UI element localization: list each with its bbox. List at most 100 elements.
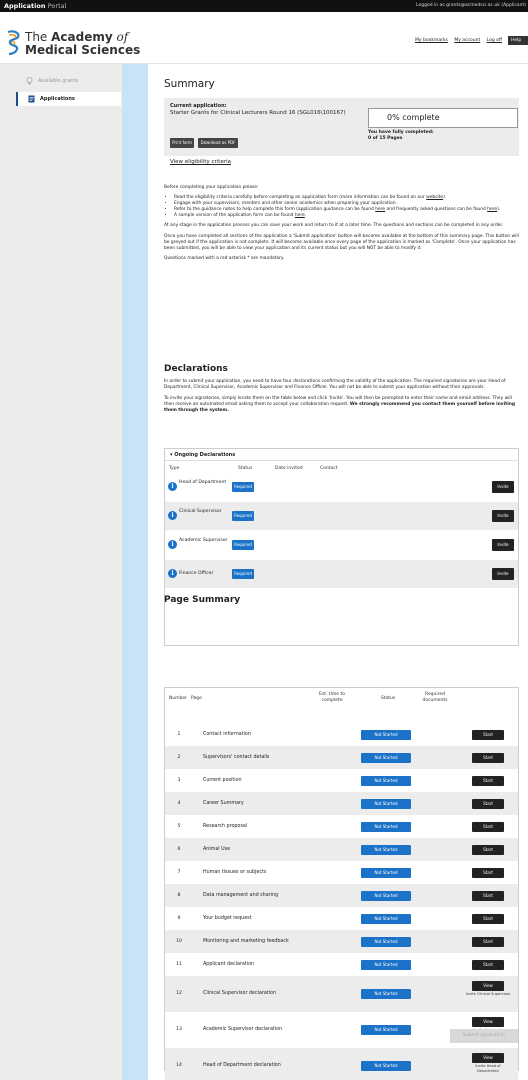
bullet-text: . — [304, 213, 307, 219]
website-link[interactable]: website — [426, 195, 443, 200]
page-name: Monitoring and marketing feedback — [203, 939, 289, 944]
view-button[interactable]: View — [472, 1017, 504, 1027]
view-button[interactable]: View — [472, 1053, 504, 1063]
top-bar: Application Portal Logged in as grants@a… — [0, 0, 528, 12]
status-badge: Not Started — [361, 822, 411, 832]
page-number: 1 — [177, 732, 181, 737]
logo-text-line2: Medical Sciences — [25, 43, 141, 57]
page-number: 7 — [177, 870, 181, 875]
page-number: 10 — [176, 939, 182, 944]
panel-title: Ongoing Declarations — [174, 452, 236, 458]
col-contact: Contact — [320, 466, 338, 471]
col-status: Status — [238, 466, 253, 471]
declaration-row: i Academic Supervisor Required Invite — [165, 531, 518, 559]
guidance-link[interactable]: here — [375, 207, 385, 212]
completed-count: 0 of 15 Pages — [368, 136, 403, 141]
status-badge: Required — [232, 540, 254, 550]
info-icon[interactable]: i — [168, 540, 177, 549]
declarations-paragraph: In order to submit your application, you… — [164, 379, 506, 391]
page-number: 12 — [176, 991, 182, 996]
invite-signatory-link[interactable]: Invite Head of Department — [465, 1064, 511, 1073]
status-badge: Required — [232, 482, 254, 492]
start-button[interactable]: Start — [472, 730, 504, 740]
page-number: 14 — [176, 1063, 182, 1068]
intro-text: Before completing your application pleas… — [164, 185, 519, 266]
page-name: Contact information — [203, 732, 251, 737]
current-application-box: Current application: Starter Grants for … — [164, 98, 519, 156]
status-badge: Not Started — [361, 799, 411, 809]
portal-brand[interactable]: Application Portal — [4, 2, 66, 10]
page-summary-panel: Number Page Est. time to complete Status… — [164, 687, 519, 1080]
declaration-type: Academic Supervisor — [179, 538, 228, 543]
start-button[interactable]: Start — [472, 799, 504, 809]
declarations-panel-header[interactable]: ▾ Ongoing Declarations — [165, 449, 518, 461]
status-badge: Not Started — [361, 730, 411, 740]
declaration-row: i Head of Department Required Invite — [165, 473, 518, 501]
status-badge: Required — [232, 569, 254, 579]
application-name: Starter Grants for Clinical Lecturers Ro… — [170, 110, 346, 116]
page-name: Animal Use — [203, 847, 231, 852]
sample-form-link[interactable]: here — [295, 213, 305, 218]
declarations-heading: Declarations — [164, 364, 228, 374]
info-icon[interactable]: i — [168, 482, 177, 491]
faq-link[interactable]: here — [487, 207, 497, 212]
info-icon[interactable]: i — [168, 569, 177, 578]
log-off-link[interactable]: Log off — [487, 38, 502, 43]
intro-paragraph: Once you have completed all sections of … — [164, 233, 519, 251]
help-button[interactable]: Help — [508, 36, 528, 45]
start-button[interactable]: Start — [472, 776, 504, 786]
status-badge: Not Started — [361, 891, 411, 901]
table-row: 6 Animal Use Not Started Start — [165, 838, 518, 861]
view-button[interactable]: View — [472, 981, 504, 991]
info-icon[interactable]: i — [168, 511, 177, 520]
status-badge: Not Started — [361, 960, 411, 970]
start-button[interactable]: Start — [472, 753, 504, 763]
print-form-button[interactable]: Print form — [170, 138, 194, 148]
invite-button[interactable]: Invite — [492, 481, 514, 493]
status-badge: Not Started — [361, 914, 411, 924]
invite-button[interactable]: Invite — [492, 568, 514, 580]
invite-button[interactable]: Invite — [492, 510, 514, 522]
page-number: 9 — [177, 916, 181, 921]
start-button[interactable]: Start — [472, 868, 504, 878]
col-est-time: Est. time to complete — [319, 692, 345, 703]
lightbulb-icon — [26, 77, 33, 85]
completed-label: You have fully completed: — [368, 130, 434, 135]
submit-application-button[interactable]: Submit application — [450, 1029, 518, 1043]
logo-mark-icon — [7, 30, 20, 56]
sidebar: Available grants Applications — [0, 64, 148, 1080]
declaration-type: Clinical Supervisor — [179, 509, 222, 514]
start-button[interactable]: Start — [472, 960, 504, 970]
invite-signatory-link[interactable]: Invite Clinical Supervisor — [465, 992, 511, 997]
page-name: Human tissues or subjects — [203, 870, 267, 875]
login-status: Logged in as grants@acmedsci.ac.uk (Appl… — [416, 3, 526, 8]
col-required-documents: Required documents — [422, 692, 448, 703]
start-button[interactable]: Start — [472, 891, 504, 901]
page-name: Data management and sharing — [203, 893, 279, 898]
download-pdf-button[interactable]: Download as PDF — [198, 138, 238, 148]
bullet-text: and frequently asked questions can be fo… — [385, 207, 488, 213]
sidebar-item-available-grants[interactable]: Available grants — [16, 74, 121, 88]
start-button[interactable]: Start — [472, 822, 504, 832]
brand-main: Application — [4, 2, 46, 10]
status-badge: Not Started — [361, 753, 411, 763]
page-number: 3 — [177, 778, 181, 783]
status-badge: Not Started — [361, 1061, 411, 1071]
bookmarks-link[interactable]: My bookmarks — [415, 38, 448, 43]
sidebar-item-applications[interactable]: Applications — [16, 92, 121, 106]
declarations-text: In order to submit your application, you… — [164, 379, 519, 419]
progress-indicator: 0% complete — [368, 108, 518, 128]
page-name: Career Summary — [203, 801, 244, 806]
table-row: 1 Contact information Not Started Start — [165, 723, 518, 746]
invite-button[interactable]: Invite — [492, 539, 514, 551]
start-button[interactable]: Start — [472, 845, 504, 855]
start-button[interactable]: Start — [472, 914, 504, 924]
bullet-text: ). — [443, 195, 447, 201]
status-badge: Required — [232, 511, 254, 521]
table-row: 11 Applicant declaration Not Started Start — [165, 953, 518, 976]
bullet-text: Refer to the guidance notes to help comp… — [174, 207, 376, 213]
my-account-link[interactable]: My account — [454, 38, 480, 43]
start-button[interactable]: Start — [472, 937, 504, 947]
eligibility-link[interactable]: View eligibility criteria — [170, 159, 231, 165]
intro-bullet: A sample version of the application form… — [174, 213, 519, 219]
